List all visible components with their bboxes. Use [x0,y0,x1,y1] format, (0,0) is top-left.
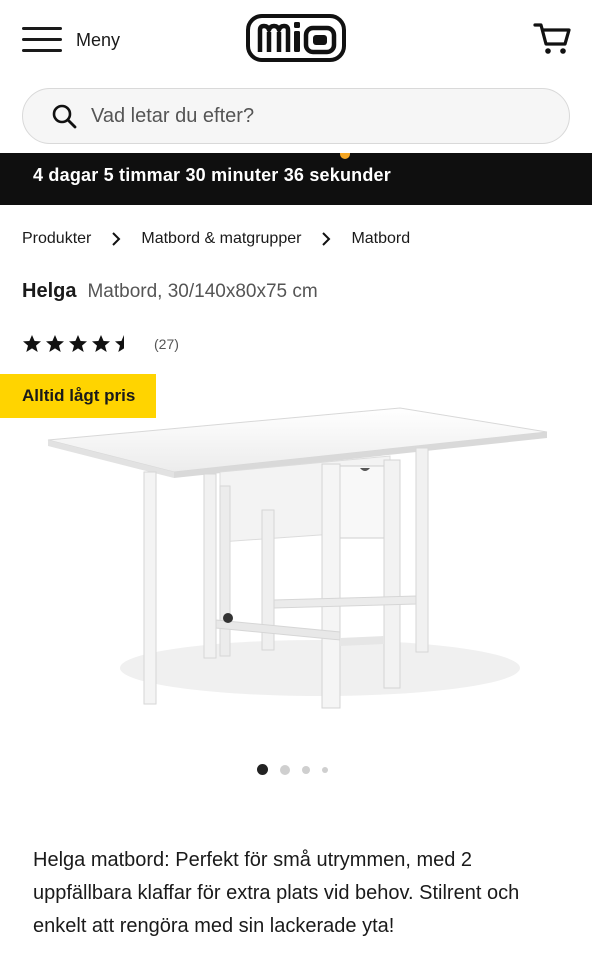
countdown-text: 4 dagar 5 timmar 30 minuter 36 sekunder [33,165,391,185]
product-image[interactable] [40,400,552,720]
star-icon [69,335,87,352]
chevron-right-icon [112,232,121,246]
carousel-dots [257,764,328,775]
site-header: Meny [0,0,592,80]
star-icon [46,335,64,352]
mio-logo[interactable] [246,14,346,62]
star-icon [23,335,41,352]
product-name: Helga [22,280,77,302]
breadcrumb-item-dining-tables-sets[interactable]: Matbord & matgrupper [141,230,301,248]
product-title: Helga Matbord, 30/140x80x75 cm [22,280,318,303]
chevron-right-icon [322,232,331,246]
hamburger-icon [22,27,62,53]
breadcrumb: Produkter Matbord & matgrupper Matbord [22,230,410,248]
breadcrumb-item-dining-tables[interactable]: Matbord [351,230,410,248]
rating-stars [22,334,134,354]
countdown-banner[interactable]: 4 dagar 5 timmar 30 minuter 36 sekunder [0,153,592,205]
countdown-accent [340,153,350,159]
product-description: Matbord, 30/140x80x75 cm [87,281,318,302]
star-icon [92,335,110,352]
review-count: (27) [154,336,179,352]
half-star-icon [115,335,124,352]
search-input[interactable] [91,104,511,128]
menu-button[interactable]: Meny [22,20,120,60]
product-rating[interactable]: (27) [22,334,179,354]
carousel-dot-3[interactable] [302,765,310,774]
search-icon [52,104,77,129]
product-summary: Helga matbord: Perfekt för små utrymmen,… [33,849,520,937]
search-bar[interactable] [22,88,570,144]
cart-icon[interactable] [532,18,572,58]
carousel-dot-1[interactable] [257,764,268,775]
carousel-dot-4[interactable] [322,766,328,773]
menu-label: Meny [76,29,121,50]
breadcrumb-item-products[interactable]: Produkter [22,230,91,248]
carousel-dot-2[interactable] [280,764,290,775]
